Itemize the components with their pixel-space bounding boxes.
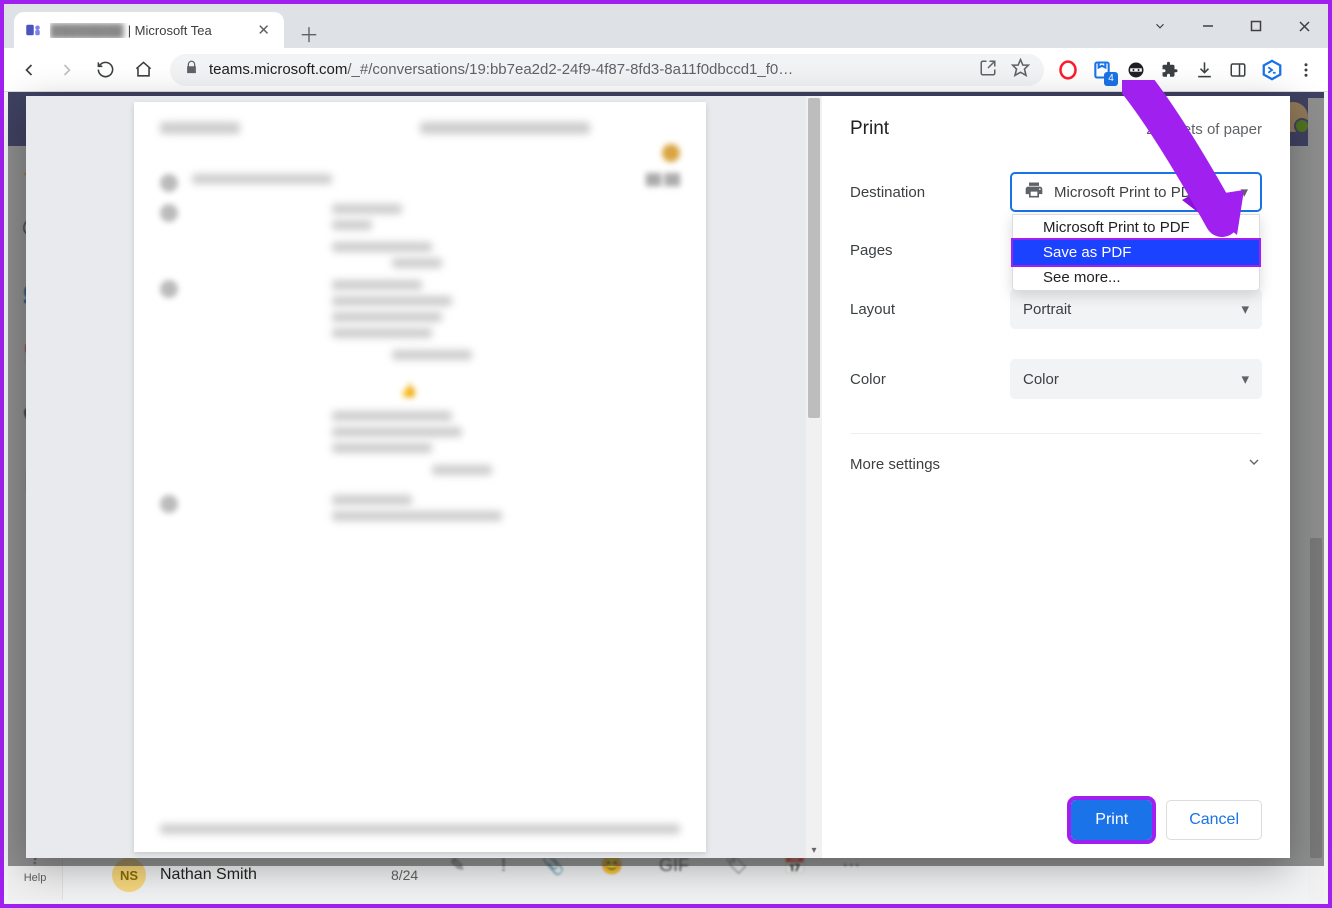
extension-save-icon[interactable] — [1088, 56, 1116, 84]
teams-favicon-icon — [24, 21, 42, 39]
print-dialog: ██ ██ 👍 ▴ ▾ Print 2 sheets of paper — [26, 96, 1290, 858]
destination-select[interactable]: Microsoft Print to PDF ▾ Microsoft Print… — [1010, 172, 1262, 212]
color-value: Color — [1023, 371, 1059, 388]
color-select[interactable]: Color ▾ — [1010, 359, 1262, 399]
extension-hex-icon[interactable] — [1258, 56, 1286, 84]
downloads-icon[interactable] — [1190, 56, 1218, 84]
chrome-menu-icon[interactable] — [1292, 56, 1320, 84]
preview-scrollbar-thumb[interactable] — [808, 98, 820, 418]
chevron-down-icon: ▾ — [1241, 370, 1249, 388]
layout-select[interactable]: Portrait ▾ — [1010, 289, 1262, 329]
bookmark-star-icon[interactable] — [1011, 58, 1030, 81]
browser-toolbar: teams.microsoft.com/_#/conversations/19:… — [4, 48, 1328, 92]
tab-title-blurred: ████████ — [50, 23, 124, 38]
lock-icon — [184, 60, 199, 79]
chevron-down-icon: ▾ — [1240, 183, 1248, 201]
reload-button[interactable] — [88, 53, 122, 87]
layout-label: Layout — [850, 301, 1010, 318]
address-bar[interactable]: teams.microsoft.com/_#/conversations/19:… — [170, 54, 1044, 86]
destination-dropdown: Microsoft Print to PDF Save as PDF See m… — [1012, 214, 1260, 291]
extension-ninja-icon[interactable] — [1122, 56, 1150, 84]
more-settings-label: More settings — [850, 456, 940, 473]
layout-value: Portrait — [1023, 301, 1071, 318]
chat-name: Nathan Smith — [160, 866, 257, 884]
extension-opera-icon[interactable] — [1054, 56, 1082, 84]
scroll-down-icon[interactable]: ▾ — [806, 842, 822, 858]
url-path: /_#/conversations/19:bb7ea2d2-24f9-4f87-… — [347, 61, 793, 78]
browser-tab[interactable]: ████████ | Microsoft Tea ✕ — [14, 12, 284, 48]
tab-close-icon[interactable]: ✕ — [253, 21, 274, 39]
chat-date: 8/24 — [391, 867, 418, 883]
close-window-button[interactable] — [1280, 4, 1328, 48]
destination-option-see-more[interactable]: See more... — [1013, 265, 1259, 290]
destination-label: Destination — [850, 184, 1010, 201]
browser-titlebar: ████████ | Microsoft Tea ✕ ＋ — [4, 4, 1328, 48]
more-settings-toggle[interactable]: More settings — [850, 433, 1262, 474]
chevron-down-icon — [1246, 454, 1262, 474]
window-controls — [1136, 4, 1328, 48]
destination-option-ms-pdf[interactable]: Microsoft Print to PDF — [1013, 215, 1259, 240]
destination-option-save-pdf[interactable]: Save as PDF — [1013, 240, 1259, 265]
caret-down-icon[interactable] — [1136, 4, 1184, 48]
extension-icons — [1054, 56, 1320, 84]
pages-label: Pages — [850, 242, 1010, 259]
preview-page: ██ ██ 👍 — [134, 102, 706, 852]
preview-scrollbar[interactable]: ▴ ▾ — [806, 96, 822, 858]
extensions-puzzle-icon[interactable] — [1156, 56, 1184, 84]
tab-title-suffix: | Microsoft Tea — [128, 23, 212, 38]
printer-icon — [1024, 180, 1044, 204]
maximize-button[interactable] — [1232, 4, 1280, 48]
print-settings-panel: Print 2 sheets of paper Destination Micr… — [822, 96, 1290, 858]
print-preview: ██ ██ 👍 ▴ ▾ — [26, 96, 822, 858]
back-button[interactable] — [12, 53, 46, 87]
chevron-down-icon: ▾ — [1241, 300, 1249, 318]
new-tab-button[interactable]: ＋ — [294, 18, 324, 48]
home-button[interactable] — [126, 53, 160, 87]
color-label: Color — [850, 371, 1010, 388]
side-panel-icon[interactable] — [1224, 56, 1252, 84]
minimize-button[interactable] — [1184, 4, 1232, 48]
print-title: Print — [850, 118, 889, 140]
print-button[interactable]: Print — [1071, 800, 1152, 840]
destination-value: Microsoft Print to PDF — [1054, 184, 1201, 201]
cancel-button[interactable]: Cancel — [1166, 800, 1262, 840]
print-overlay: ██ ██ 👍 ▴ ▾ Print 2 sheets of paper — [8, 92, 1324, 866]
forward-button[interactable] — [50, 53, 84, 87]
url-host: teams.microsoft.com — [209, 61, 347, 78]
share-icon[interactable] — [979, 59, 997, 81]
sheet-count: 2 sheets of paper — [1146, 121, 1262, 138]
